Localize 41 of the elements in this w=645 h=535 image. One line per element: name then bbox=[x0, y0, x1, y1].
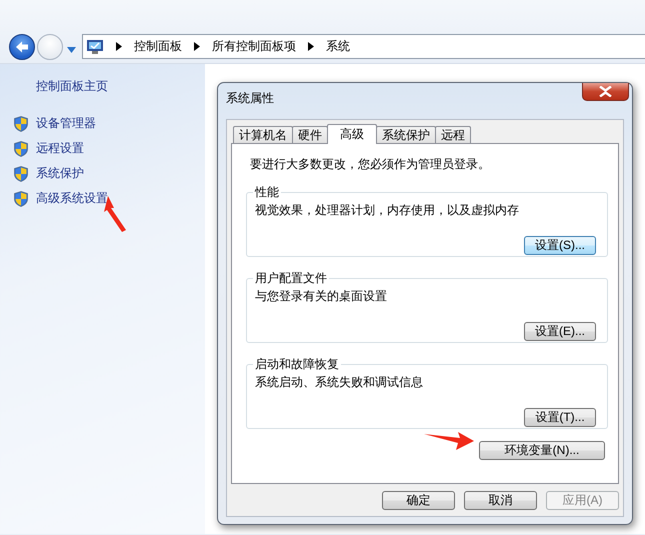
ok-button[interactable]: 确定 bbox=[382, 491, 455, 510]
shield-icon bbox=[14, 116, 28, 132]
computer-icon bbox=[86, 38, 104, 54]
group-title: 启动和故障恢复 bbox=[254, 356, 340, 373]
sidebar-link[interactable]: 高级系统设置 bbox=[36, 190, 108, 207]
group-title: 用户配置文件 bbox=[254, 270, 328, 287]
chevron-icon[interactable] bbox=[116, 42, 122, 51]
back-button[interactable] bbox=[9, 34, 35, 60]
group-title: 性能 bbox=[254, 184, 280, 201]
dialog-title: 系统属性 bbox=[226, 90, 274, 106]
tab[interactable]: 硬件 bbox=[292, 126, 328, 143]
breadcrumb[interactable]: 系统 bbox=[326, 38, 350, 55]
shield-icon bbox=[14, 190, 28, 206]
environment-variables-button[interactable]: 环境变量(N)... bbox=[479, 441, 605, 460]
close-button[interactable] bbox=[582, 83, 629, 101]
group-description: 视觉效果，处理器计划，内存使用，以及虚拟内存 bbox=[255, 202, 520, 219]
chevron-icon[interactable] bbox=[308, 42, 314, 51]
group-description: 系统启动、系统失败和调试信息 bbox=[255, 374, 424, 391]
back-arrow-icon bbox=[15, 40, 29, 52]
chevron-icon[interactable] bbox=[194, 42, 200, 51]
settings-button[interactable]: 设置(E)... bbox=[524, 322, 596, 341]
tab[interactable]: 高级 bbox=[327, 124, 377, 144]
breadcrumb[interactable]: 所有控制面板项 bbox=[212, 38, 296, 55]
sidebar-link[interactable]: 远程设置 bbox=[36, 140, 84, 157]
tab[interactable]: 系统保护 bbox=[376, 126, 436, 143]
close-icon bbox=[599, 86, 612, 97]
dropdown-caret-icon[interactable] bbox=[67, 46, 76, 52]
group-description: 与您登录有关的桌面设置 bbox=[255, 288, 388, 305]
tab[interactable]: 计算机名 bbox=[233, 126, 293, 143]
sidebar-link[interactable]: 系统保护 bbox=[36, 165, 84, 182]
settings-button[interactable]: 设置(S)... bbox=[524, 236, 596, 255]
breadcrumb[interactable]: 控制面板 bbox=[134, 38, 182, 55]
sidebar-link[interactable]: 设备管理器 bbox=[36, 115, 96, 132]
settings-button[interactable]: 设置(T)... bbox=[524, 408, 596, 427]
tab[interactable]: 远程 bbox=[435, 126, 471, 143]
cancel-button[interactable]: 取消 bbox=[464, 491, 537, 510]
shield-icon bbox=[14, 140, 28, 156]
shield-icon bbox=[14, 166, 28, 182]
notice-text: 要进行大多数更改，您必须作为管理员登录。 bbox=[250, 156, 491, 173]
sidebar-link[interactable]: 控制面板主页 bbox=[36, 78, 205, 95]
address-bar[interactable]: 控制面板 所有控制面板项 系统 bbox=[82, 34, 645, 59]
